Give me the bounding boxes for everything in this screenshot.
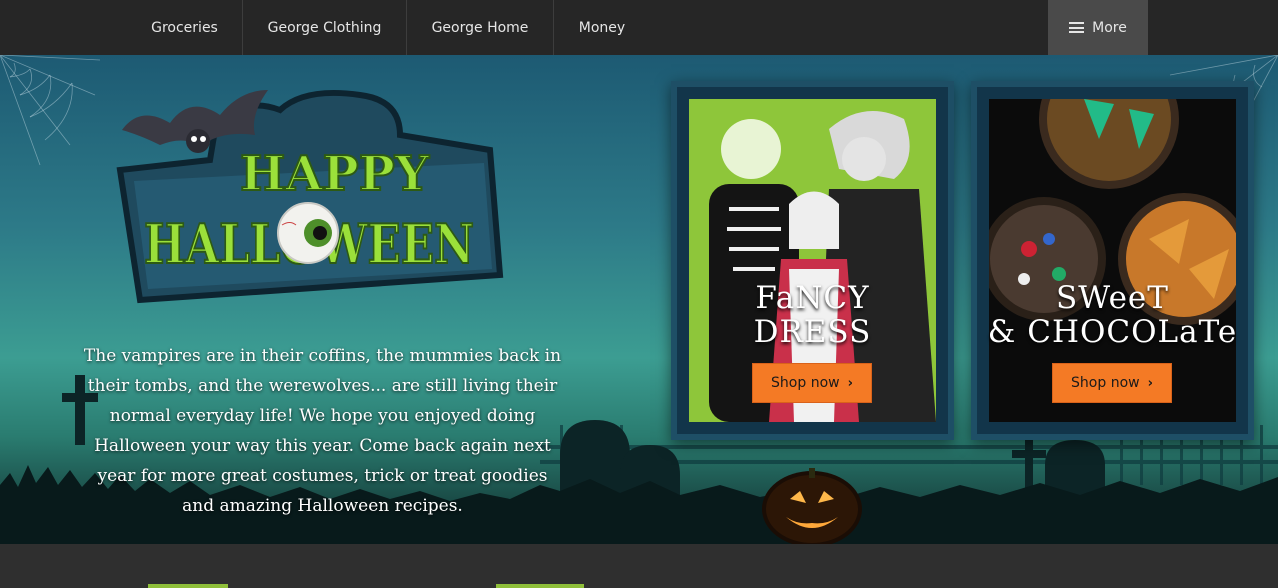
nav-george-clothing-label: George Clothing (267, 19, 382, 36)
happy-halloween-logo: HAPPY HALLOWEEN (116, 89, 504, 304)
chevron-right-icon: › (1147, 375, 1153, 391)
sweets-shop-now-button[interactable]: Shop now › (1052, 363, 1172, 403)
top-navigation: Groceries George Clothing George Home Mo… (0, 0, 1278, 55)
nav-groceries[interactable]: Groceries (127, 0, 243, 55)
nav-george-clothing[interactable]: George Clothing (243, 0, 407, 55)
green-heading-fragment (496, 584, 584, 588)
promo-sweets-chocolate[interactable]: SWeeT & CHOCOLaTe Shop now › (971, 81, 1254, 440)
hamburger-icon (1069, 22, 1085, 33)
sweets-title: SWeeT & CHOCOLaTe (987, 280, 1238, 350)
cobweb-left-icon (0, 55, 101, 166)
nav-george-home-label: George Home (431, 19, 529, 36)
shop-now-label: Shop now (1071, 375, 1140, 391)
fancy-dress-shop-now-button[interactable]: Shop now › (752, 363, 872, 403)
nav-george-home[interactable]: George Home (407, 0, 554, 55)
nav-money-label: Money (578, 19, 626, 36)
shop-now-label: Shop now (771, 375, 840, 391)
fancy-dress-title: FaNCY DRESS (753, 280, 872, 350)
logo-line1: HAPPY (240, 146, 430, 202)
halloween-message: The vampires are in their coffins, the m… (83, 346, 562, 516)
pumpkin-icon (762, 468, 862, 544)
content-strip (0, 544, 1278, 588)
more-menu-button[interactable]: More (1048, 0, 1148, 55)
nav-groceries-label: Groceries (151, 19, 218, 36)
halloween-hero-banner: HAPPY HALLOWEEN The vampires are in thei… (0, 55, 1278, 544)
nav-money[interactable]: Money (554, 0, 650, 55)
chevron-right-icon: › (847, 375, 853, 391)
green-heading-fragment (148, 584, 228, 588)
more-label: More (1092, 19, 1127, 36)
eyeball-icon (277, 202, 339, 264)
promo-fancy-dress[interactable]: FaNCY DRESS Shop now › (671, 81, 954, 440)
